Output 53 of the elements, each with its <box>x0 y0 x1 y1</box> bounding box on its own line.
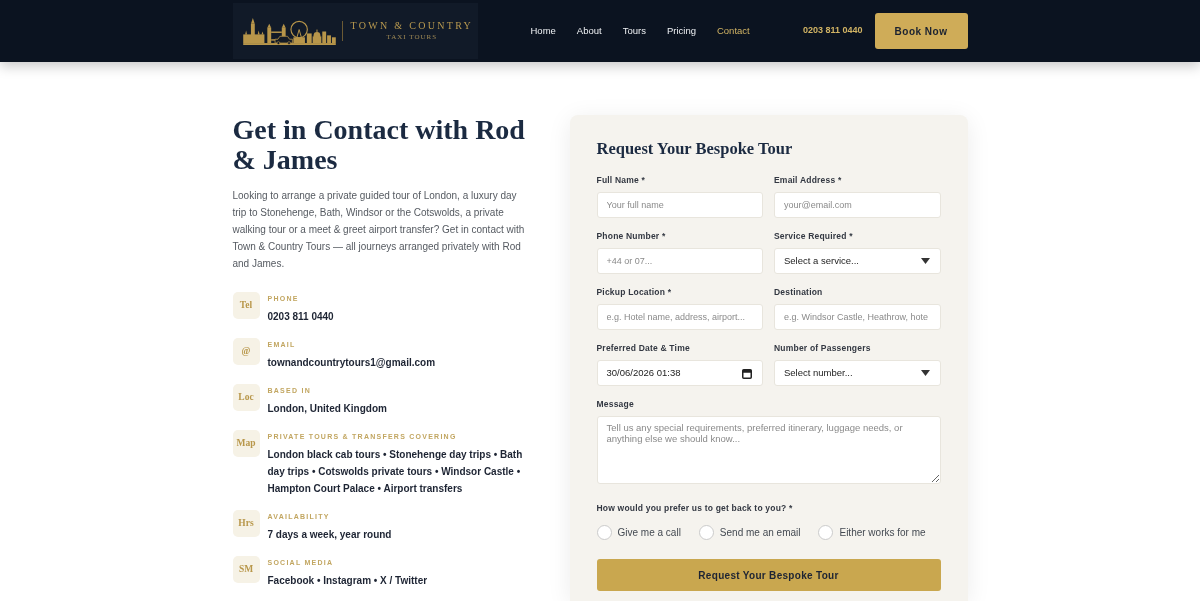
nav-link[interactable]: Tours <box>622 23 646 39</box>
field-label: Number of Passengers <box>774 342 872 354</box>
nav-link[interactable]: About <box>576 23 602 39</box>
label-tile: @ <box>232 338 260 365</box>
contact-value: Facebook • Instagram • X / Twitter <box>267 574 428 588</box>
input-field[interactable]: Your full name <box>596 192 763 218</box>
field-label: Preferred Date & Time <box>596 342 691 354</box>
caret-icon <box>920 370 930 376</box>
contact-value: London black cab tours • Stonehenge day trips • Bath day trips • Cotswolds private tours • Windsor Castle • Hampton Court Palace • Airport transfers <box>267 448 524 496</box>
city-skyline-icon <box>241 17 337 45</box>
field-label: Service Required * <box>774 230 854 242</box>
radio-icon[interactable] <box>818 525 834 540</box>
nav-link[interactable]: Pricing <box>666 23 696 39</box>
label-tile: Map <box>232 430 260 457</box>
question-label: How would you prefer us to get back to you? * <box>596 502 794 514</box>
submit-button[interactable]: Request Your Bespoke Tour <box>596 559 941 591</box>
book-now-button[interactable]: Book Now <box>874 13 968 49</box>
input-field[interactable]: your@email.com <box>774 192 941 218</box>
logo-title: TOWN & COUNTRY <box>350 20 474 32</box>
field-label: Phone Number * <box>596 230 667 242</box>
input-field[interactable]: +44 or 07... <box>596 248 763 274</box>
field-label: Email Address * <box>774 174 843 186</box>
contact-value: London, United Kingdom <box>267 402 387 416</box>
nav-link[interactable]: Contact <box>716 23 750 39</box>
message-field[interactable]: Tell us any special requirements, preferred itinerary, luggage needs, or anything else we should know... <box>596 416 941 484</box>
calendar-icon <box>742 367 752 379</box>
contact-value: 7 days a week, year round <box>267 528 392 542</box>
field-label: Message <box>596 398 635 410</box>
radio-option[interactable]: Give me a call <box>596 525 681 540</box>
radio-option[interactable]: Send me an email <box>698 525 801 540</box>
caret-icon <box>920 258 930 264</box>
page-heading: Get in Contact with Rod & James <box>232 115 526 175</box>
form-title: Request Your Bespoke Tour <box>596 138 794 160</box>
radio-option[interactable]: Either works for me <box>818 525 926 540</box>
label-tile: Hrs <box>232 510 260 537</box>
radio-icon[interactable] <box>698 525 714 540</box>
phone-link[interactable]: 0203 811 0440 <box>802 24 863 38</box>
intro-paragraph: Looking to arrange a private guided tour of London, a luxury day trip to Stonehenge, Bath, Windsor or the Cotswolds, a private walking tour or a meet & greet airport transfer? Get in contact with Town & Country Tours — all journeys arranged privately with Rod and James. <box>232 189 526 271</box>
select-field[interactable]: Select number... <box>774 360 941 386</box>
input-field[interactable]: e.g. Hotel name, address, airport... <box>596 304 763 330</box>
label-tile: Loc <box>232 384 260 411</box>
field-label: Pickup Location * <box>596 286 673 298</box>
nav-link[interactable]: Home <box>530 23 556 39</box>
contact-value: townandcountrytours1@gmail.com <box>267 356 436 370</box>
field-label: Destination <box>774 286 824 298</box>
input-field[interactable]: e.g. Windsor Castle, Heathrow, hote <box>774 304 941 330</box>
radio-icon[interactable] <box>596 525 612 540</box>
date-time-field[interactable]: 30/06/2026 01:38 <box>596 360 763 386</box>
label-tile: SM <box>232 556 260 583</box>
select-field[interactable]: Select a service... <box>774 248 941 274</box>
field-label: Full Name * <box>596 174 646 186</box>
label-tile: Tel <box>232 292 260 319</box>
contact-value: 0203 811 0440 <box>267 310 334 324</box>
